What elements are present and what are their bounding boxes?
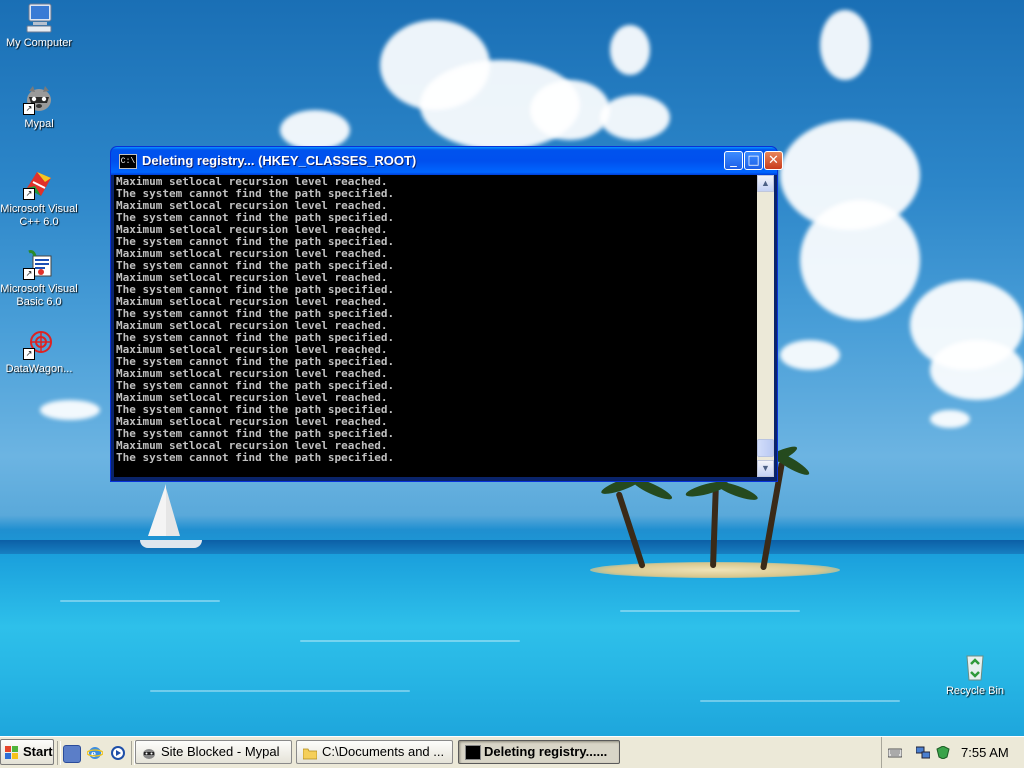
cloud — [40, 400, 100, 420]
desktop-icon-my-computer[interactable]: My Computer — [0, 2, 78, 50]
desktop-icon-recycle-bin[interactable]: Recycle Bin — [936, 650, 1014, 698]
cloud — [780, 340, 840, 370]
taskbar: Start e Site Blocked - Mypal C:\Document… — [0, 736, 1024, 768]
folder-icon — [302, 745, 318, 760]
visual-basic-icon: ↗ — [23, 248, 55, 280]
desktop-icon-datawagon[interactable]: ↗ DataWagon... — [0, 328, 78, 376]
taskbar-button-mypal[interactable]: Site Blocked - Mypal — [135, 740, 292, 764]
cloud — [600, 95, 670, 140]
security-icon[interactable] — [936, 745, 950, 760]
console-line: The system cannot find the path specifie… — [116, 451, 395, 464]
keyboard-icon[interactable] — [887, 746, 903, 759]
cloud — [820, 10, 870, 80]
cloud — [800, 200, 920, 320]
desktop-icon-label: My Computer — [5, 37, 73, 49]
sea-glint — [150, 690, 410, 692]
sailboat-sail — [148, 484, 166, 536]
mypal-raccoon-icon — [142, 745, 156, 759]
sea-glint — [60, 600, 220, 602]
start-label: Start — [23, 744, 53, 759]
shortcut-arrow-icon: ↗ — [23, 348, 35, 360]
console-window[interactable]: C:\ Deleting registry... (HKEY_CLASSES_R… — [110, 146, 783, 482]
taskbar-separator — [57, 741, 61, 765]
desktop-icon-label: Mypal — [24, 118, 54, 130]
desktop-icon-label: Recycle Bin — [945, 685, 1005, 697]
desktop-icon-visual-cpp[interactable]: ↗ Microsoft Visual C++ 6.0 — [0, 168, 78, 229]
desktop-icon-mypal[interactable]: ↗ Mypal — [0, 83, 78, 131]
palm-frond — [714, 478, 760, 504]
shortcut-arrow-icon: ↗ — [23, 268, 35, 280]
console-lines: Maximum setlocal recursion level reached… — [114, 175, 757, 464]
shortcut-arrow-icon: ↗ — [23, 188, 35, 200]
cloud — [930, 340, 1024, 400]
visual-cpp-icon: ↗ — [23, 168, 55, 200]
sea-glint — [700, 700, 900, 702]
sea — [0, 554, 1024, 736]
title-bar[interactable]: C:\ Deleting registry... (HKEY_CLASSES_R… — [111, 147, 783, 175]
clock[interactable]: 7:55 AM — [961, 737, 1009, 768]
cloud — [530, 80, 610, 140]
taskbar-button-label: Site Blocked - Mypal — [161, 744, 280, 759]
start-button[interactable]: Start — [0, 739, 54, 765]
shortcut-arrow-icon: ↗ — [23, 103, 35, 115]
console-output[interactable]: Maximum setlocal recursion level reached… — [114, 175, 757, 477]
cloud — [280, 110, 350, 150]
media-player-icon[interactable] — [110, 745, 126, 761]
desktop-icon-label: Microsoft Visual Basic 6.0 — [0, 283, 78, 308]
minimize-button[interactable]: _ — [724, 151, 743, 170]
sea-glint — [300, 640, 520, 642]
taskbar-button-label: Deleting registry...... — [484, 744, 608, 759]
desktop-icon-visual-basic[interactable]: ↗ Microsoft Visual Basic 6.0 — [0, 248, 78, 309]
cloud — [930, 410, 970, 428]
scroll-up-button[interactable]: ▲ — [757, 175, 774, 192]
vertical-scrollbar[interactable]: ▲ ▼ — [757, 175, 774, 477]
close-button[interactable]: ✕ — [764, 151, 783, 170]
maximize-button[interactable]: □ — [744, 151, 763, 170]
console-icon — [465, 745, 481, 760]
mypal-raccoon-icon: ↗ — [23, 83, 55, 115]
datawagon-icon: ↗ — [23, 328, 55, 360]
taskbar-button-label: C:\Documents and ... — [322, 744, 445, 759]
scroll-down-button[interactable]: ▼ — [757, 460, 774, 477]
sea-glint — [620, 610, 800, 612]
my-computer-icon — [23, 2, 55, 34]
scroll-thumb[interactable] — [757, 439, 774, 457]
taskbar-button-console[interactable]: Deleting registry...... — [458, 740, 620, 764]
cloud — [610, 25, 650, 75]
show-desktop-icon[interactable] — [63, 745, 81, 763]
window-title: Deleting registry... (HKEY_CLASSES_ROOT) — [142, 153, 417, 168]
desktop-icon-label: DataWagon... — [5, 363, 73, 375]
sailboat-hull — [140, 540, 202, 548]
windows-flag-icon — [5, 746, 19, 759]
network-icon[interactable] — [915, 746, 931, 759]
sailboat-jib — [166, 488, 180, 536]
internet-explorer-icon[interactable]: e — [86, 745, 104, 761]
desktop-icon-label: Microsoft Visual C++ 6.0 — [0, 203, 78, 228]
system-tray: 7:55 AM — [881, 737, 1024, 768]
taskbar-button-documents[interactable]: C:\Documents and ... — [296, 740, 453, 764]
recycle-bin-icon — [959, 650, 991, 682]
console-icon: C:\ — [119, 154, 137, 169]
